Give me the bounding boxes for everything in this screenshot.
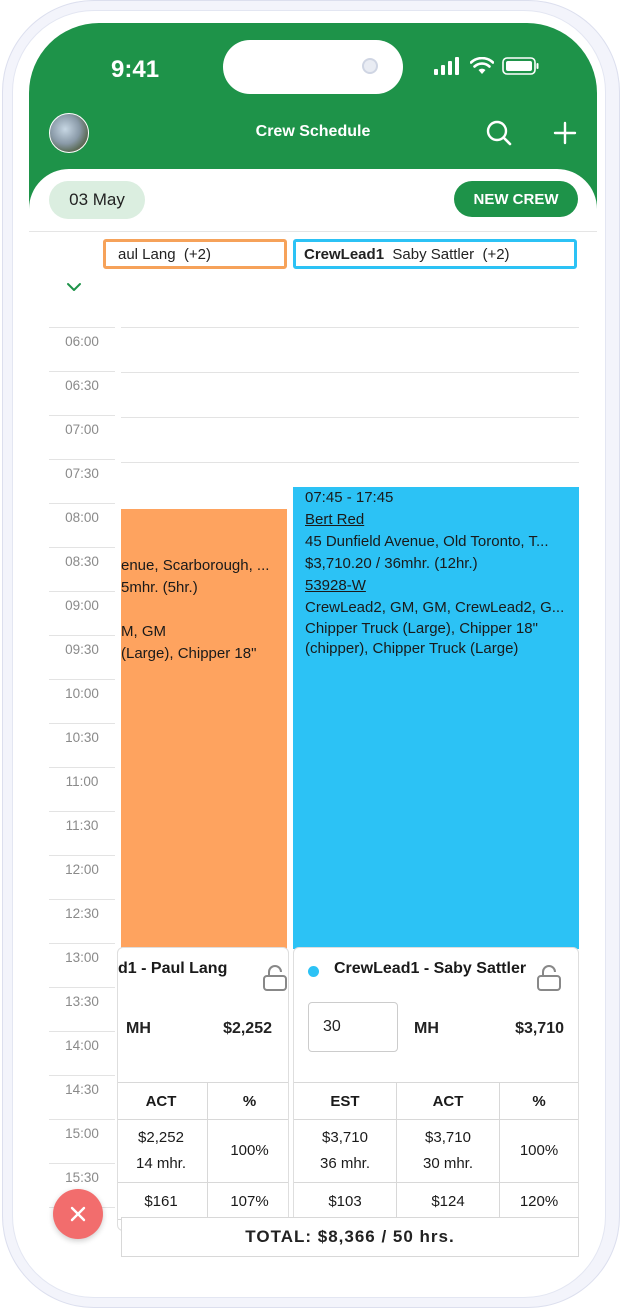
card-title: CrewLead1 - Saby Sattler bbox=[334, 960, 527, 977]
mh-label: MH bbox=[414, 1020, 439, 1037]
dynamic-island bbox=[223, 40, 403, 94]
table-cell: $3,710 30 mhr. bbox=[396, 1119, 500, 1183]
table-cell: 100% bbox=[499, 1119, 578, 1183]
time-slot-label: 08:00 bbox=[49, 503, 115, 547]
time-slot-label: 14:30 bbox=[49, 1075, 115, 1119]
card-title: d1 - Paul Lang bbox=[118, 960, 228, 977]
battery-icon bbox=[502, 57, 539, 75]
time-slot-label: 09:00 bbox=[49, 591, 115, 635]
event-cost: 5mhr. (5hr.) bbox=[121, 579, 198, 596]
crew-tab-name: Saby Sattler bbox=[392, 245, 475, 263]
crew-summary-card: d1 - Paul Lang MH $2,252 ACT% $2,252 14 m… bbox=[117, 947, 289, 1231]
event-cost: $3,710.20 / 36mhr. (12hr.) bbox=[305, 555, 478, 572]
unlock-icon[interactable] bbox=[262, 964, 288, 992]
crew-tab-extra: (+2) bbox=[183, 245, 211, 263]
hours-input[interactable]: 30 bbox=[308, 1002, 398, 1052]
time-slot-label: 13:00 bbox=[49, 943, 115, 987]
schedule-panel: 03 May NEW CREW aul Lang (+2) CrewLead1 … bbox=[29, 169, 597, 1285]
mh-label: MH bbox=[126, 1020, 151, 1037]
close-fab-button[interactable] bbox=[53, 1189, 103, 1239]
table-cell: $3,710 36 mhr. bbox=[294, 1119, 397, 1183]
table-cell: $124 bbox=[396, 1182, 500, 1220]
event-address: enue, Scarborough, ... bbox=[121, 557, 270, 574]
status-icons bbox=[434, 57, 540, 75]
time-slot-label: 07:30 bbox=[49, 459, 115, 503]
time-slot-label: 11:00 bbox=[49, 767, 115, 811]
date-selector[interactable]: 03 May bbox=[49, 181, 145, 219]
add-icon[interactable] bbox=[551, 119, 579, 147]
table-cell: 100% bbox=[207, 1119, 288, 1183]
new-crew-button[interactable]: NEW CREW bbox=[454, 181, 578, 217]
schedule-grid bbox=[121, 327, 579, 507]
time-slot-label: 13:30 bbox=[49, 987, 115, 1031]
time-slot-label: 12:00 bbox=[49, 855, 115, 899]
time-slot-label: 10:30 bbox=[49, 723, 115, 767]
time-slot-label: 14:00 bbox=[49, 1031, 115, 1075]
close-icon bbox=[70, 1206, 86, 1222]
time-slot-label: 10:00 bbox=[49, 679, 115, 723]
col-header: % bbox=[499, 1082, 578, 1120]
time-slot-label: 12:30 bbox=[49, 899, 115, 943]
time-slot-label: 07:00 bbox=[49, 415, 115, 459]
time-slot-label: 08:30 bbox=[49, 547, 115, 591]
card-amount: $2,252 bbox=[223, 1020, 272, 1037]
card-amount: $3,710 bbox=[515, 1020, 564, 1037]
col-header: ACT bbox=[118, 1082, 208, 1120]
col-header: ACT bbox=[396, 1082, 500, 1120]
event-equipment-cont: (chipper), Chipper Truck (Large) bbox=[305, 640, 519, 657]
status-time: 9:41 bbox=[111, 56, 160, 83]
event-crew: M, GM bbox=[121, 623, 166, 640]
event-client-link[interactable]: Bert Red bbox=[305, 509, 567, 531]
unlock-icon[interactable] bbox=[536, 964, 562, 992]
table-cell: 107% bbox=[207, 1182, 288, 1220]
col-header: % bbox=[207, 1082, 288, 1120]
crew-color-dot bbox=[308, 966, 319, 977]
time-slot-label: 11:30 bbox=[49, 811, 115, 855]
table-cell: $103 bbox=[294, 1182, 397, 1220]
wifi-icon bbox=[470, 57, 494, 74]
event-equipment: (Large), Chipper 18" bbox=[121, 645, 257, 662]
camera-icon bbox=[362, 58, 378, 74]
time-slot-label: 06:30 bbox=[49, 371, 115, 415]
divider bbox=[29, 231, 597, 232]
table-cell: $161 bbox=[118, 1182, 208, 1220]
estimate-table: ACT% $2,252 14 mhr. 100% $161 107% bbox=[118, 1082, 288, 1220]
crew-tab-lead: CrewLead1 bbox=[304, 245, 385, 263]
event-time: 07:45 - 17:45 bbox=[305, 489, 394, 506]
job-block-saby-sattler[interactable]: 07:45 - 17:45 Bert Red 45 Dunfield Avenu… bbox=[293, 487, 579, 949]
crew-tab-paul-lang[interactable]: aul Lang (+2) bbox=[103, 239, 287, 269]
estimate-table: EST ACT% $3,710 36 mhr. $3,710 30 mhr. 100% $… bbox=[294, 1082, 578, 1220]
total-bar: TOTAL: $8,366 / 50 hrs. bbox=[121, 1217, 579, 1257]
job-block-paul-lang[interactable]: enue, Scarborough, ... 5mhr. (5hr.) M, G… bbox=[121, 509, 287, 949]
table-cell: 120% bbox=[499, 1182, 578, 1220]
time-slot-label: 09:30 bbox=[49, 635, 115, 679]
time-slot-label: 15:00 bbox=[49, 1119, 115, 1163]
search-icon[interactable] bbox=[485, 119, 513, 147]
table-cell: $2,252 14 mhr. bbox=[118, 1119, 208, 1183]
event-address: 45 Dunfield Avenue, Old Toronto, T... bbox=[305, 533, 549, 550]
crew-tab-name: aul Lang bbox=[118, 245, 176, 263]
time-slot-label: 06:00 bbox=[49, 327, 115, 371]
crew-tab-saby-sattler[interactable]: CrewLead1 Saby Sattler (+2) bbox=[293, 239, 577, 269]
signal-icon bbox=[434, 57, 459, 75]
crew-tab-extra: (+2) bbox=[482, 245, 510, 263]
event-job-link[interactable]: 53928-W bbox=[305, 575, 567, 597]
chevron-down-icon[interactable] bbox=[65, 281, 83, 293]
col-header: EST bbox=[294, 1082, 397, 1120]
time-column: 06:00 06:30 07:00 07:30 08:00 08:30 09:00 09:30… bbox=[49, 327, 115, 1251]
event-equipment: Chipper Truck (Large), Chipper 18" bbox=[305, 620, 538, 637]
app-screen: 9:41 Crew Schedule 03 May NEW CREW aul L… bbox=[29, 23, 597, 1285]
event-crew: CrewLead2, GM, GM, CrewLead2, G... bbox=[305, 599, 565, 616]
crew-summary-card: CrewLead1 - Saby Sattler 30 MH $3,710 ES… bbox=[293, 947, 579, 1231]
